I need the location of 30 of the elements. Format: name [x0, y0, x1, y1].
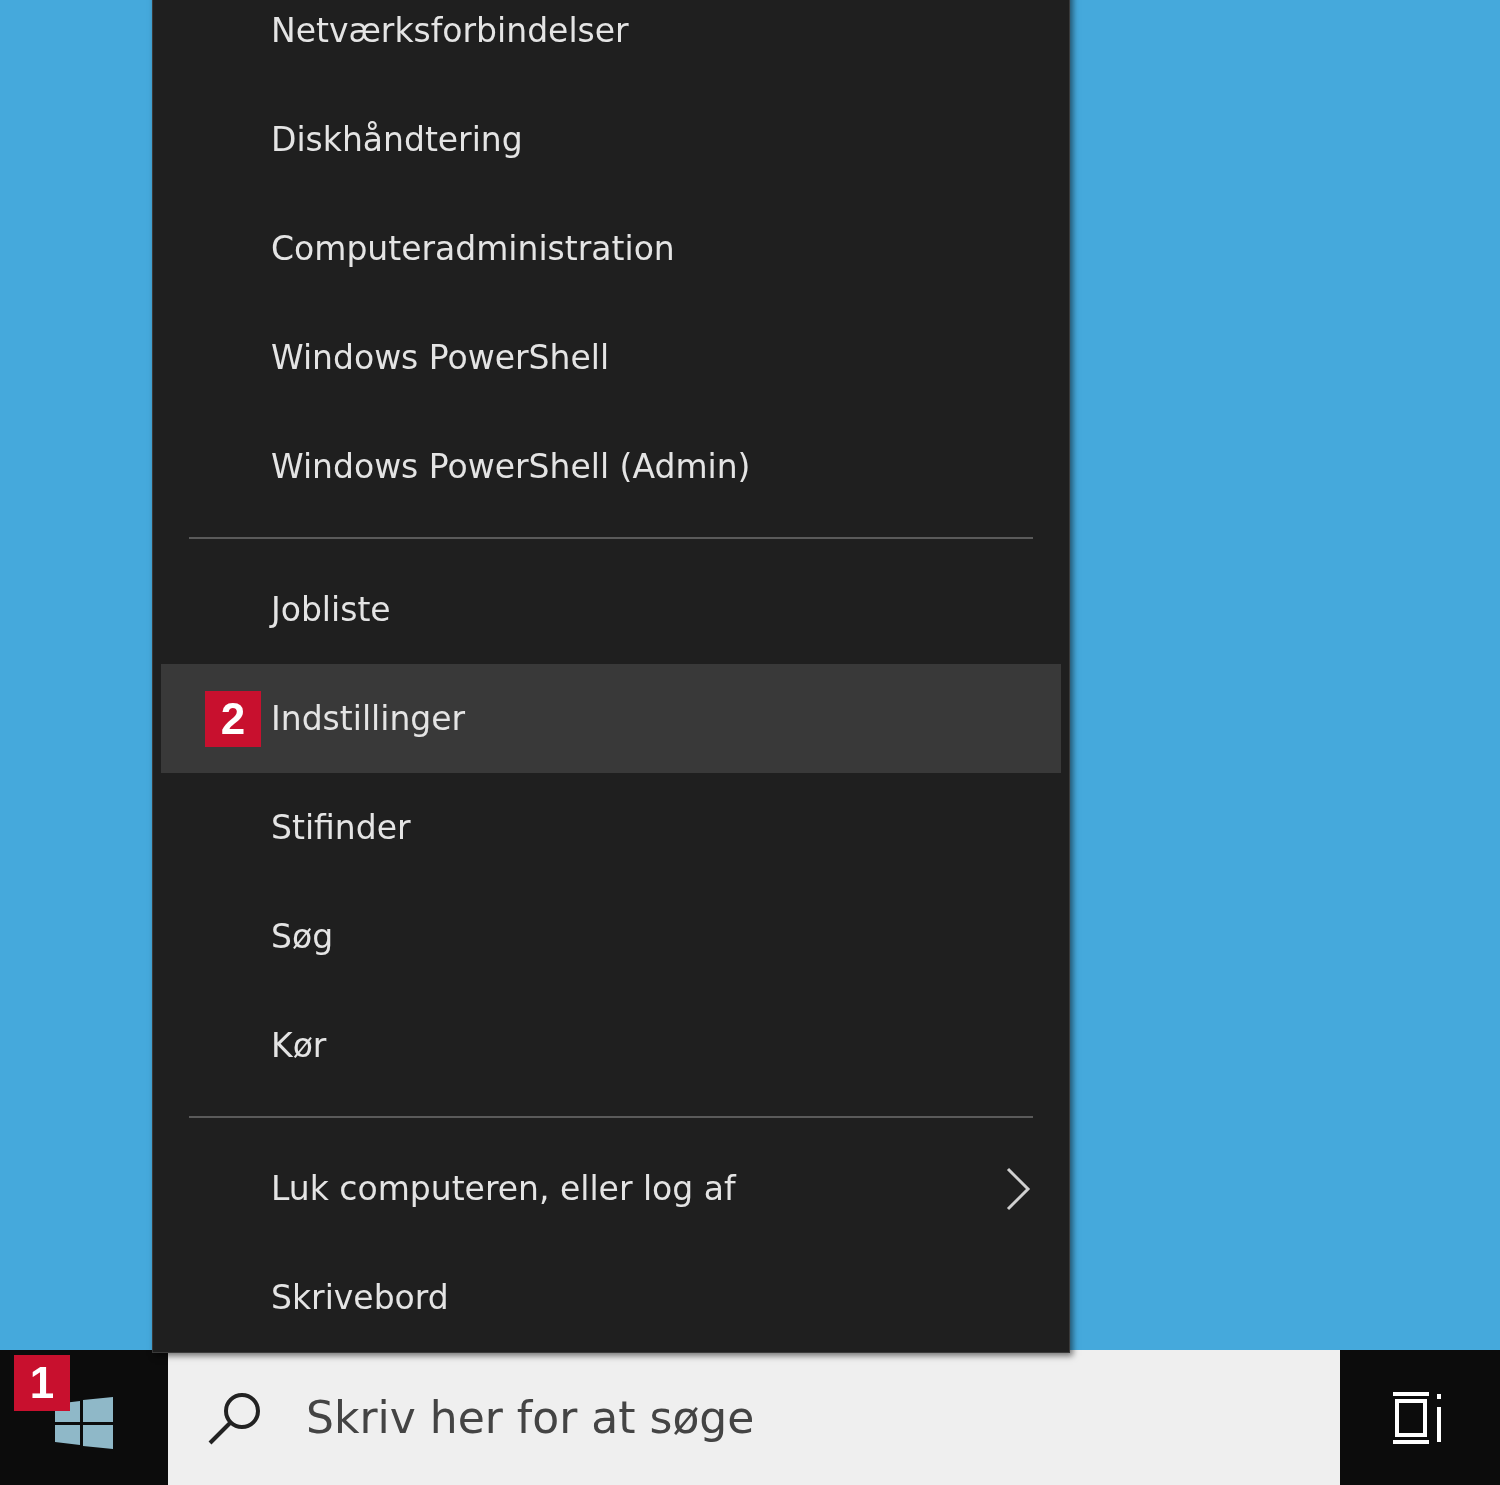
windows-logo-icon[interactable]: [55, 1396, 113, 1449]
menu-item[interactable]: 2 Indstillinger: [161, 664, 1061, 773]
menu-item-label: Stifinder: [271, 808, 412, 847]
menu-item[interactable]: Luk computeren, eller log af: [161, 1134, 1061, 1243]
menu-item[interactable]: Netværksforbindelser: [161, 0, 1061, 85]
menu-item[interactable]: Computeradministration: [161, 194, 1061, 303]
menu-item-label: Skrivebord: [271, 1278, 450, 1317]
menu-item[interactable]: Diskhåndtering: [161, 85, 1061, 194]
menu-item-label: Windows PowerShell: [271, 338, 611, 377]
menu-item-label: Computeradministration: [271, 229, 676, 268]
step-badge: 2: [205, 691, 261, 747]
menu-item-label: Jobliste: [271, 590, 392, 629]
menu-item[interactable]: Skrivebord: [161, 1243, 1061, 1352]
search-bar[interactable]: Skriv her for at søge: [168, 1350, 1340, 1485]
menu-item-label: Netværksforbindelser: [271, 11, 630, 50]
menu-item-label: Indstillinger: [271, 699, 467, 738]
step-badge: 1: [14, 1355, 70, 1411]
menu-item-label: Kør: [271, 1026, 328, 1065]
menu-item-label: Windows PowerShell (Admin): [271, 447, 752, 486]
menu-item[interactable]: Windows PowerShell (Admin): [161, 412, 1061, 521]
menu-item[interactable]: Stifinder: [161, 773, 1061, 882]
search-field[interactable]: Skriv her for at søge: [304, 1391, 1340, 1444]
menu-item-label: Diskhåndtering: [271, 120, 524, 159]
menu-item[interactable]: Jobliste: [161, 555, 1061, 664]
chevron-right-icon: [1005, 1165, 1031, 1212]
menu-item[interactable]: Windows PowerShell: [161, 303, 1061, 412]
menu-item[interactable]: Kør: [161, 991, 1061, 1100]
menu-item-label: Søg: [271, 917, 335, 956]
menu-item[interactable]: Søg: [161, 882, 1061, 991]
menu-item-label: Luk computeren, eller log af: [271, 1169, 738, 1208]
